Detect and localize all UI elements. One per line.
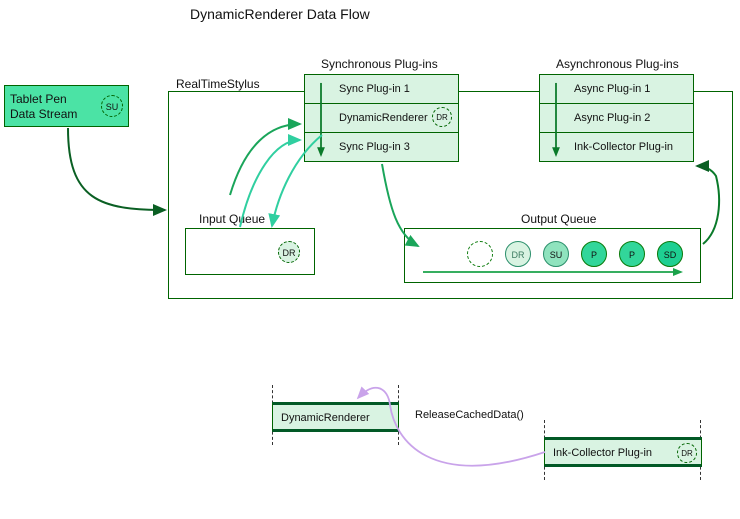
bottom-dynamicrenderer-label: DynamicRenderer: [281, 412, 370, 424]
output-queue-label: Output Queue: [521, 212, 596, 226]
bottom-ink-collector-box: Ink-Collector Plug-in DR: [544, 437, 702, 467]
bottom-dynamicrenderer-box: DynamicRenderer: [272, 402, 399, 432]
output-queue-item-3-su: SU: [543, 241, 569, 267]
async-item-2: Async Plug-in 2: [540, 104, 693, 133]
su-badge-icon: SU: [101, 95, 123, 117]
sync-item-3: Sync Plug-in 3: [305, 133, 458, 162]
sync-plugins-box: Sync Plug-in 1 DynamicRenderer DR Sync P…: [304, 74, 459, 162]
arrow-tablet-to-rts: [68, 128, 165, 210]
sync-item-dynamicrenderer: DynamicRenderer DR: [305, 104, 458, 133]
release-cached-data-label: ReleaseCachedData(): [415, 409, 524, 421]
output-queue-arrow-icon: [423, 266, 683, 276]
input-queue-box: DR: [185, 228, 315, 275]
output-queue-item-4-p: P: [581, 241, 607, 267]
sync-plugins-label: Synchronous Plug-ins: [321, 57, 438, 71]
async-item-ink-collector: Ink-Collector Plug-in: [540, 133, 693, 162]
bottom-ink-collector-label: Ink-Collector Plug-in: [553, 447, 652, 459]
output-queue-item-6-sd: SD: [657, 241, 683, 267]
async-plugins-box: Async Plug-in 1 Async Plug-in 2 Ink-Coll…: [539, 74, 694, 162]
diagram-title: DynamicRenderer Data Flow: [190, 6, 370, 22]
dr-badge-icon: DR: [432, 107, 452, 127]
bottom-dr-badge-icon: DR: [677, 443, 697, 463]
tablet-line2: Data Stream: [10, 107, 77, 121]
async-plugins-label: Asynchronous Plug-ins: [556, 57, 679, 71]
output-queue-item-2-dr: DR: [505, 241, 531, 267]
sync-item-1: Sync Plug-in 1: [305, 75, 458, 104]
output-queue-item-1-empty: [467, 241, 493, 267]
tablet-line1: Tablet Pen: [10, 92, 67, 106]
tablet-pen-label: Tablet Pen Data Stream: [10, 92, 77, 122]
output-queue-item-5-p: P: [619, 241, 645, 267]
input-queue-dr-badge-icon: DR: [278, 241, 300, 263]
input-queue-label: Input Queue: [199, 212, 265, 226]
output-queue-box: DR SU PP SD: [404, 228, 701, 283]
async-item-1: Async Plug-in 1: [540, 75, 693, 104]
sync-item-2-label: DynamicRenderer: [339, 112, 428, 124]
realtimestylus-label: RealTimeStylus: [176, 77, 260, 91]
